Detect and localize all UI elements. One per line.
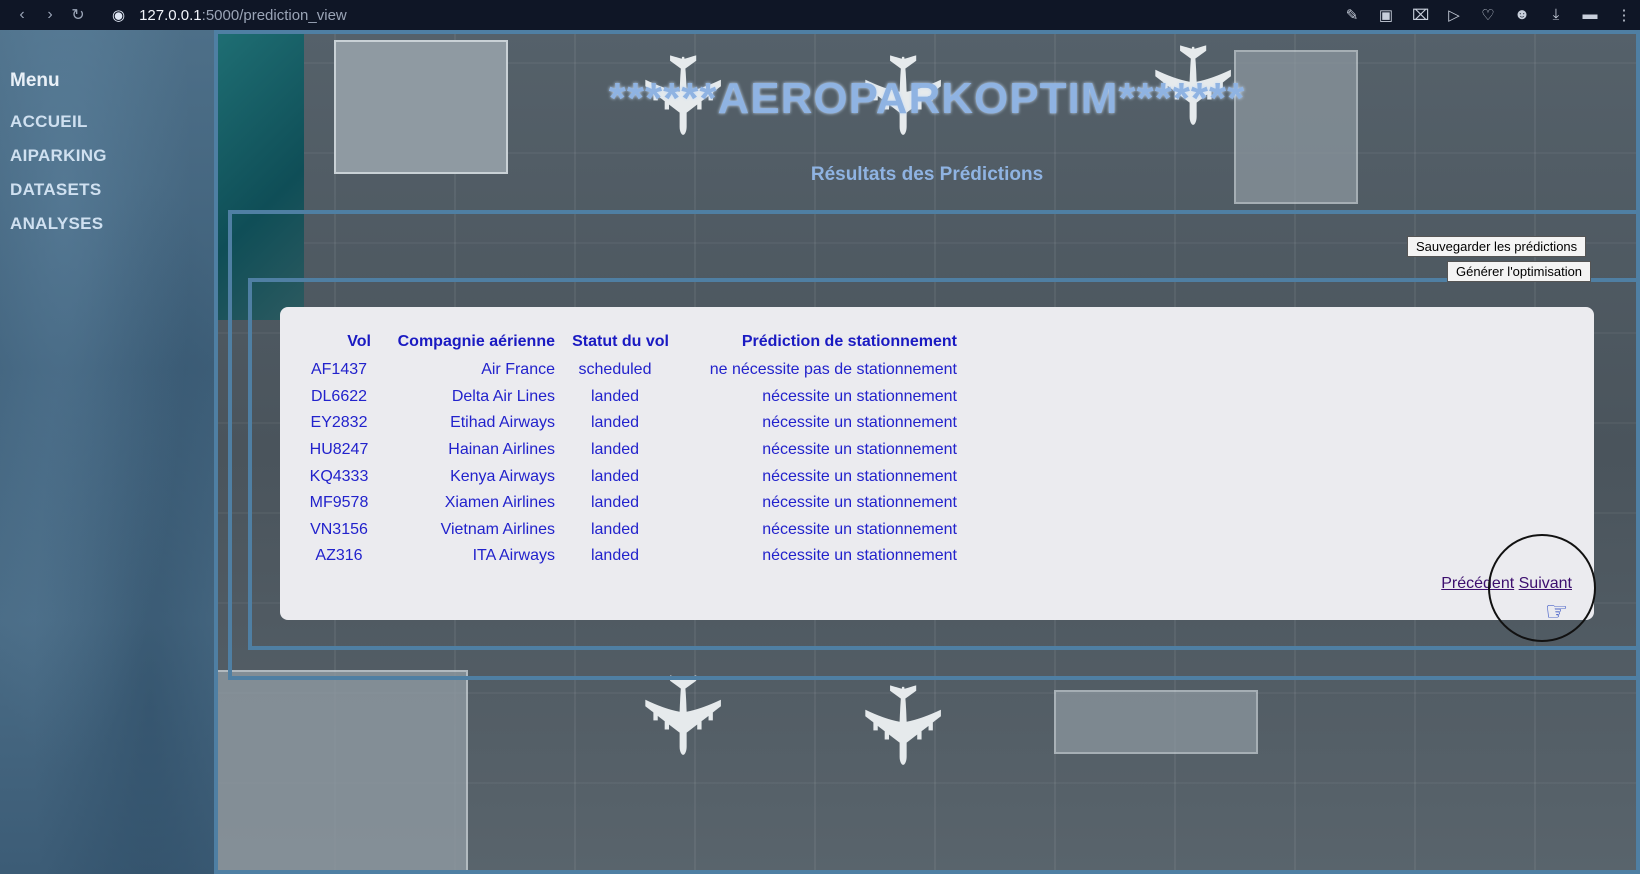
cell-airline: ITA Airways (472, 547, 555, 565)
cell-prediction: nécessite un stationnement (762, 441, 957, 459)
sidebar-item-aiparking[interactable]: AIPARKING (10, 146, 107, 166)
cell-status: landed (590, 494, 640, 512)
cell-status: landed (590, 467, 640, 485)
cell-status: landed (590, 520, 640, 538)
page-subtitle: Résultats des Prédictions (810, 164, 1044, 185)
cell-airline: Vietnam Airlines (440, 520, 555, 538)
cell-prediction: nécessite un stationnement (762, 414, 957, 432)
heart-icon[interactable]: ♡ (1480, 6, 1496, 24)
cell-status: landed (590, 441, 640, 459)
page-title: ******AEROPARKOPTIM******* (608, 74, 1246, 123)
address-bar[interactable]: ◉ 127.0.0.1:5000/prediction_view (112, 6, 347, 25)
sidebar-item-accueil[interactable]: ACCUEIL (10, 112, 88, 132)
send-icon[interactable]: ▷ (1446, 6, 1462, 24)
table-row: VN3156 Vietnam Airlines landed nécessite… (304, 517, 960, 544)
table-row: HU8247 Hainan Airlines landed nécessite … (304, 437, 960, 464)
cell-status: landed (590, 547, 640, 565)
generate-optimization-button[interactable]: Générer l'optimisation (1447, 261, 1592, 282)
column-header-airline: Compagnie aérienne (397, 333, 555, 350)
sidebar-item-datasets[interactable]: DATASETS (10, 180, 102, 200)
table-row: KQ4333 Kenya Airways landed nécessite un… (304, 463, 960, 490)
site-info-icon[interactable]: ◉ (112, 6, 125, 24)
column-header-parking-prediction: Prédiction de stationnement (741, 333, 957, 350)
cell-flight: AZ316 (315, 547, 363, 565)
hand-pointer-icon: ☞ (1545, 596, 1569, 626)
table-row: AF1437 Air France scheduled ne nécessite… (304, 357, 960, 384)
cell-flight: EY2832 (310, 414, 368, 432)
download-icon[interactable]: ⤓ (1548, 6, 1564, 24)
cell-status: landed (590, 414, 640, 432)
forward-icon[interactable]: › (36, 6, 64, 24)
results-panel: Vol Compagnie aérienne Statut du vol Pré… (280, 307, 1594, 620)
cell-prediction: nécessite un stationnement (762, 387, 957, 405)
cell-flight: MF9578 (309, 494, 369, 512)
cell-flight: VN3156 (310, 520, 368, 538)
menu-title: Menu (10, 70, 60, 91)
edit-icon[interactable]: ✎ (1344, 6, 1360, 24)
toggle-icon[interactable]: ▬ (1582, 6, 1598, 24)
table-row: DL6622 Delta Air Lines landed nécessite … (304, 384, 960, 411)
save-predictions-button[interactable]: Sauvegarder les prédictions (1407, 236, 1587, 257)
cell-prediction: nécessite un stationnement (762, 520, 957, 538)
cell-airline: Xiamen Airlines (444, 494, 555, 512)
table-header-row: Vol Compagnie aérienne Statut du vol Pré… (304, 331, 960, 357)
cell-status: scheduled (578, 361, 652, 379)
cell-airline: Air France (481, 361, 555, 379)
url-path: :5000/prediction_view (201, 6, 347, 24)
cell-flight: HU8247 (309, 441, 369, 459)
table-row: AZ316 ITA Airways landed nécessite un st… (304, 543, 960, 570)
sidebar: Menu ACCUEIL AIPARKING DATASETS ANALYSES (0, 30, 214, 874)
column-header-status: Statut du vol (572, 333, 669, 350)
profile-icon[interactable]: ☻ (1514, 6, 1530, 24)
cell-airline: Kenya Airways (450, 467, 555, 485)
cell-flight: DL6622 (310, 387, 368, 405)
cell-airline: Delta Air Lines (451, 387, 555, 405)
sidebar-item-analyses[interactable]: ANALYSES (10, 214, 103, 234)
url-host: 127.0.0.1 (139, 6, 202, 24)
cell-prediction: nécessite un stationnement (762, 547, 957, 565)
close-tab-icon[interactable]: ⌧ (1412, 6, 1429, 24)
table-row: EY2832 Etihad Airways landed nécessite u… (304, 410, 960, 437)
reload-icon[interactable]: ↻ (64, 5, 92, 25)
cell-airline: Etihad Airways (450, 414, 555, 432)
previous-page-link[interactable]: Précédent (1441, 575, 1514, 592)
menu-icon[interactable]: ⋮ (1616, 6, 1632, 24)
cell-airline: Hainan Airlines (448, 441, 555, 459)
cell-prediction: nécessite un stationnement (762, 467, 957, 485)
cell-status: landed (590, 387, 640, 405)
screenshot-icon[interactable]: ▣ (1378, 6, 1394, 24)
browser-toolbar: ‹ › ↻ ◉ 127.0.0.1:5000/prediction_view ✎… (0, 0, 1640, 30)
pagination: Précédent Suivant (1441, 575, 1572, 593)
cell-prediction: nécessite un stationnement (762, 494, 957, 512)
cell-flight: KQ4333 (309, 467, 369, 485)
cell-prediction: ne nécessite pas de stationnement (709, 361, 957, 379)
predictions-table: Vol Compagnie aérienne Statut du vol Pré… (304, 331, 960, 570)
back-icon[interactable]: ‹ (8, 6, 36, 24)
cell-flight: AF1437 (310, 361, 368, 379)
table-row: MF9578 Xiamen Airlines landed nécessite … (304, 490, 960, 517)
next-page-link[interactable]: Suivant (1519, 575, 1572, 592)
column-header-flight: Vol (347, 333, 371, 350)
